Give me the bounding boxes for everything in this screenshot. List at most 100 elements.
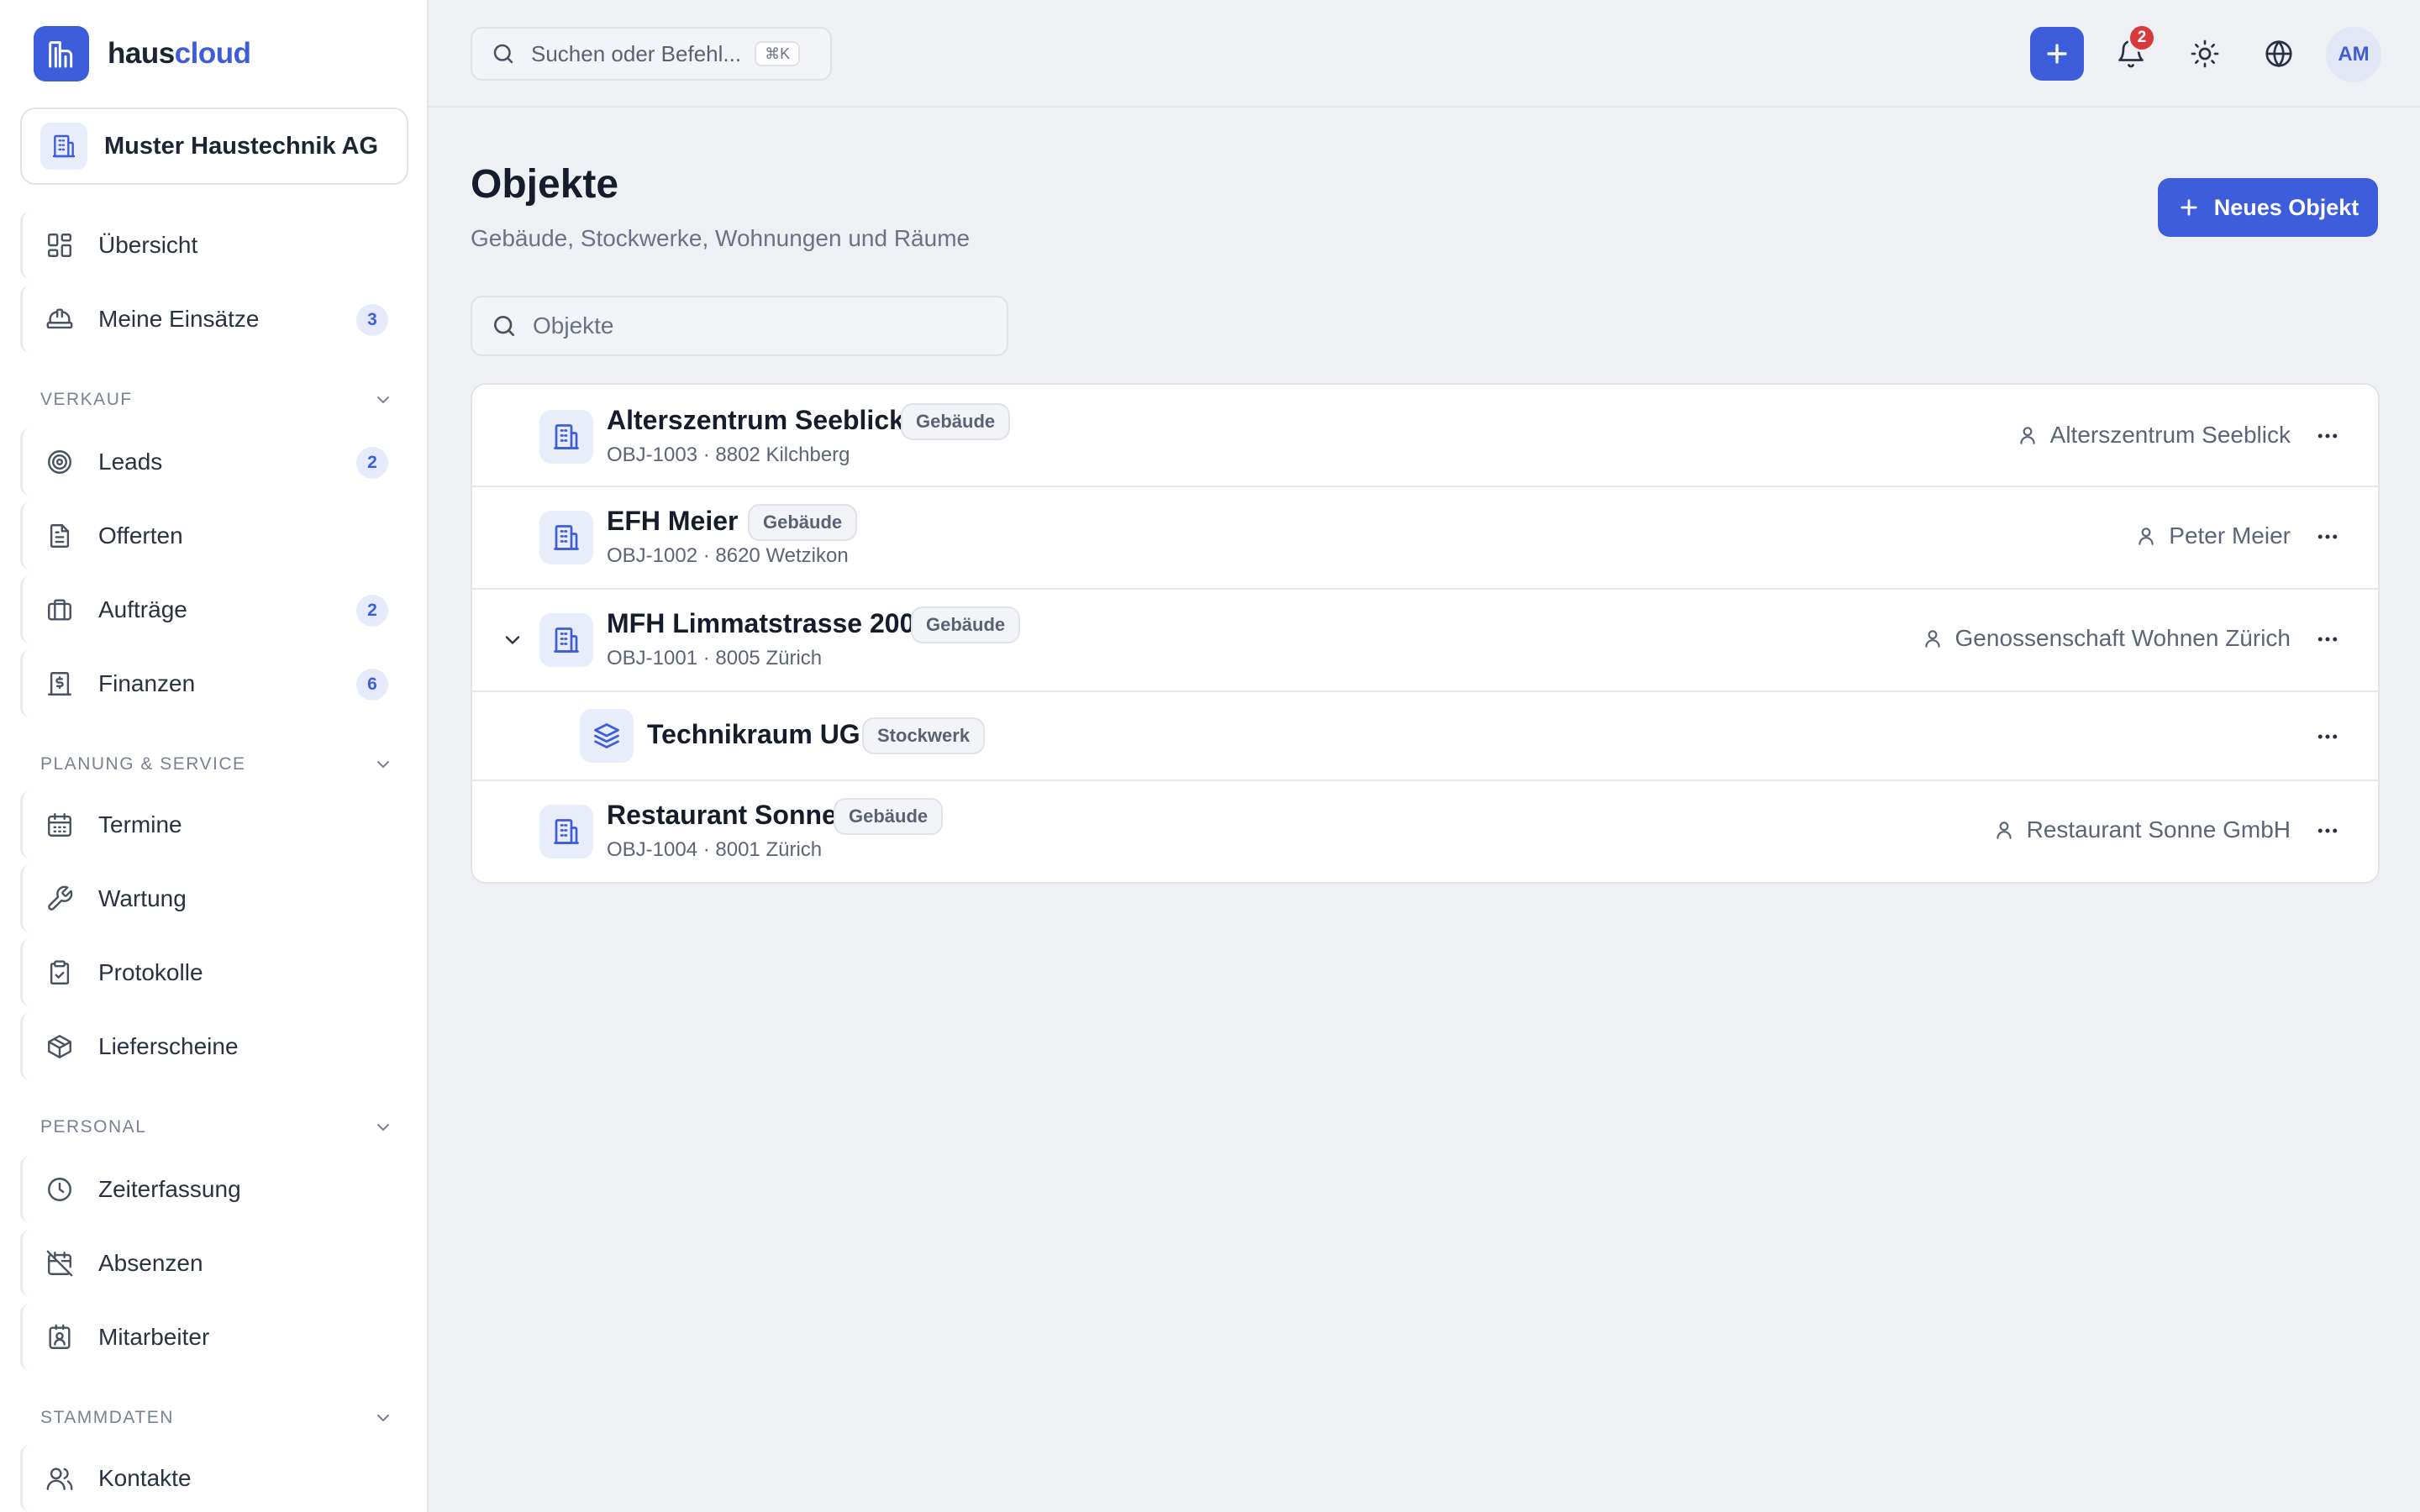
owner-name: Alterszentrum Seeblick — [2049, 422, 2291, 448]
quick-add-button[interactable] — [2030, 27, 2084, 81]
nav-item-uebersicht[interactable]: Übersicht — [20, 212, 413, 279]
nav-label: Finanzen — [98, 670, 196, 696]
owner-name: Peter Meier — [2169, 522, 2291, 549]
brand-name: hauscloud — [108, 37, 251, 71]
nav-label: Protokolle — [98, 959, 203, 985]
object-owner[interactable]: Genossenschaft Wohnen Zürich — [1922, 625, 2291, 652]
object-row[interactable]: EFH Meier Gebäude OBJ-1002 · 8620 Wetzik… — [472, 487, 2378, 590]
avatar[interactable]: AM — [2326, 27, 2381, 82]
section-title: VERKAUF — [40, 390, 133, 409]
page-subtitle: Gebäude, Stockwerke, Wohnungen und Räume — [471, 225, 971, 251]
count-badge: 2 — [356, 447, 388, 479]
object-row-child[interactable]: Technikraum UG Stockwerk — [472, 692, 2378, 781]
object-name[interactable]: Restaurant Sonne — [607, 800, 837, 831]
more-actions-button[interactable] — [2307, 811, 2348, 851]
command-placeholder: Suchen oder Befehl... — [531, 40, 742, 66]
object-meta: OBJ-1004 · 8001 Zürich — [607, 838, 823, 861]
user-icon — [2019, 427, 2035, 444]
object-search[interactable] — [471, 296, 1008, 356]
layers-icon — [580, 709, 634, 763]
new-object-button[interactable]: Neues Objekt — [2158, 178, 2378, 237]
command-search[interactable]: Suchen oder Befehl... ⌘K — [471, 27, 832, 81]
object-owner[interactable]: Restaurant Sonne GmbH — [1993, 816, 2291, 843]
hauscloud-logo-icon — [34, 26, 89, 81]
user-icon — [2139, 528, 2154, 545]
object-list: Alterszentrum Seeblick Gebäude OBJ-1003 … — [471, 383, 2380, 884]
more-horizontal-icon — [2317, 828, 2338, 833]
language-button[interactable] — [2252, 27, 2306, 81]
new-object-label: Neues Objekt — [2213, 194, 2360, 220]
object-search-input[interactable] — [533, 312, 1003, 339]
chevron-down-icon — [505, 636, 520, 644]
nav-item-meine-einsaetze[interactable]: Meine Einsätze 3 — [20, 286, 413, 353]
sun-icon — [2191, 39, 2219, 68]
count-badge: 2 — [356, 595, 388, 627]
section-verkauf[interactable]: VERKAUF — [40, 383, 393, 417]
nav-item-mitarbeiter[interactable]: Mitarbeiter — [20, 1304, 413, 1371]
object-type-badge: Stockwerk — [862, 717, 986, 754]
nav-item-protokolle[interactable]: Protokolle — [20, 939, 413, 1006]
object-type-badge: Gebäude — [834, 798, 944, 835]
nav-item-auftraege[interactable]: Aufträge 2 — [20, 576, 413, 643]
nav-item-lieferscheine[interactable]: Lieferscheine — [20, 1013, 413, 1080]
more-horizontal-icon — [2317, 534, 2338, 539]
clipboard-check-icon — [45, 958, 75, 988]
more-actions-button[interactable] — [2307, 517, 2348, 557]
object-row[interactable]: Alterszentrum Seeblick Gebäude OBJ-1003 … — [472, 385, 2378, 487]
object-name[interactable]: Technikraum UG — [647, 719, 860, 750]
section-title: STAMMDATEN — [40, 1408, 174, 1427]
nav-item-kontakte[interactable]: Kontakte — [20, 1445, 413, 1512]
object-owner[interactable]: Alterszentrum Seeblick — [2017, 422, 2291, 449]
user-icon — [1996, 822, 2012, 839]
object-name[interactable]: EFH Meier — [607, 506, 738, 537]
more-actions-button[interactable] — [2307, 717, 2348, 757]
object-meta: OBJ-1001 · 8005 Zürich — [607, 647, 823, 669]
package-icon — [45, 1032, 75, 1062]
section-planung-service[interactable]: PLANUNG & SERVICE — [40, 748, 393, 781]
chevron-down-icon — [377, 1124, 389, 1131]
expand-toggle[interactable] — [497, 625, 528, 655]
plus-icon — [2047, 44, 2067, 64]
nav-item-absenzen[interactable]: Absenzen — [20, 1230, 413, 1297]
object-name[interactable]: MFH Limmatstrasse 200 — [607, 608, 914, 639]
topbar: Suchen oder Befehl... ⌘K 2 AM — [429, 0, 2420, 108]
nav-label: Termine — [98, 811, 182, 837]
nav-item-finanzen[interactable]: Finanzen 6 — [20, 650, 413, 717]
chevron-down-icon — [377, 396, 389, 403]
notifications-button[interactable]: 2 — [2104, 24, 2158, 81]
object-owner[interactable]: Peter Meier — [2135, 522, 2291, 549]
nav-item-termine[interactable]: Termine — [20, 791, 413, 858]
page-title: Objekte — [471, 162, 619, 207]
brand[interactable]: hauscloud — [34, 25, 251, 82]
briefcase-icon — [45, 595, 75, 625]
nav-item-leads[interactable]: Leads 2 — [20, 428, 413, 496]
section-personal[interactable]: PERSONAL — [40, 1110, 393, 1144]
more-horizontal-icon — [2317, 433, 2338, 438]
more-actions-button[interactable] — [2307, 416, 2348, 456]
object-name[interactable]: Alterszentrum Seeblick — [607, 405, 904, 436]
shortcut-hint: ⌘K — [755, 41, 801, 66]
more-actions-button[interactable] — [2307, 619, 2348, 659]
nav-label: Übersicht — [98, 232, 198, 258]
calendar-icon — [45, 810, 75, 840]
owner-name: Restaurant Sonne GmbH — [2026, 816, 2291, 843]
nav-item-zeiterfassung[interactable]: Zeiterfassung — [20, 1156, 413, 1223]
more-horizontal-icon — [2317, 637, 2338, 642]
section-stammdaten[interactable]: STAMMDATEN — [40, 1401, 393, 1435]
object-row[interactable]: Restaurant Sonne Gebäude OBJ-1004 · 8001… — [472, 781, 2378, 882]
section-title: PERSONAL — [40, 1117, 147, 1137]
building-icon — [539, 613, 593, 667]
nav-item-wartung[interactable]: Wartung — [20, 865, 413, 932]
theme-toggle-button[interactable] — [2178, 27, 2232, 81]
count-badge: 3 — [356, 304, 388, 336]
object-meta: OBJ-1003 · 8802 Kilchberg — [607, 444, 850, 466]
org-name: Muster Haustechnik AG — [104, 132, 379, 160]
nav-label: Wartung — [98, 885, 187, 911]
nav-item-offerten[interactable]: Offerten — [20, 502, 413, 570]
org-switcher[interactable]: Muster Haustechnik AG — [20, 108, 408, 185]
object-row[interactable]: MFH Limmatstrasse 200 Gebäude OBJ-1001 ·… — [472, 590, 2378, 692]
globe-icon — [2265, 39, 2292, 68]
nav-label: Lieferscheine — [98, 1033, 239, 1059]
object-type-badge: Gebäude — [901, 403, 1011, 440]
plus-icon — [2181, 199, 2197, 216]
